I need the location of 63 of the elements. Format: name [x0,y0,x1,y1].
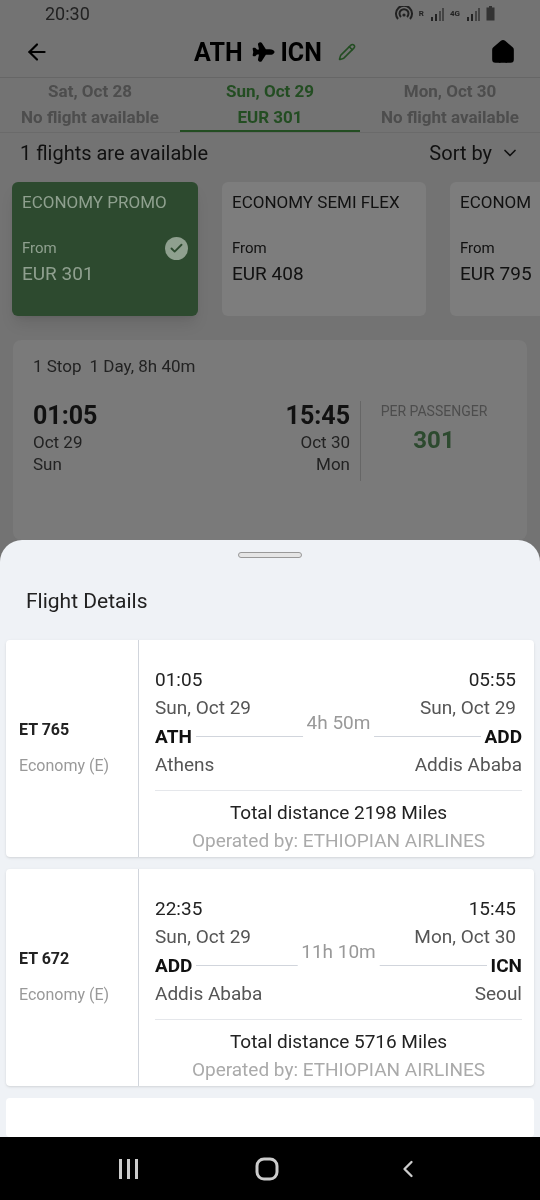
flight-price: 301 [413,425,455,457]
arrive-date: Mon, Oct 30 [414,924,516,951]
arrive-time: 15:45 [285,401,350,432]
stops-text: 1 Stop [33,355,82,378]
date-tab[interactable]: Sun, Oct 29 EUR 301 [180,78,360,133]
arrive-code: ADD [484,723,522,750]
recent-apps-icon[interactable] [117,1158,140,1179]
network-label: 4G [449,7,460,20]
home-button-icon[interactable] [255,1156,279,1181]
status-time: 20:30 [45,2,90,27]
sort-button[interactable]: Sort by [429,137,520,168]
fare-price: EUR 408 [232,261,304,287]
roaming-label: R [418,7,424,20]
fare-price: EUR 301 [22,261,94,287]
origin-code: ATH [194,36,243,69]
depart-time: 01:05 [33,401,98,432]
arrive-day: Mon [316,453,350,476]
arrive-time: 15:45 [468,895,516,922]
arrive-date: Oct 30 [300,431,350,454]
fare-name: ECONOMY SEMI FLEX [232,191,400,214]
total-distance: Total distance 2198 Miles [229,799,448,826]
from-label: From [460,238,495,260]
hotspot-icon [394,5,413,22]
flight-number: ET 672 [19,948,71,971]
fare-card[interactable]: ECONOMY SEMI FLEX From EUR 408 [222,182,426,316]
sheet-title: Flight Details [26,588,149,615]
depart-code: ADD [155,952,193,979]
fare-name: ECONOMY PROMO [22,191,167,214]
fare-price: EUR 795 [460,261,532,287]
cabin-class: Economy (E) [19,984,111,1007]
from-label: From [232,238,267,260]
fare-name: ECONOM [460,191,532,214]
depart-code: ATH [155,723,192,750]
depart-city: Athens [155,752,215,778]
depart-city: Addis Ababa [155,981,263,1008]
arrive-date: Sun, Oct 29 [420,695,516,721]
destination-code: ICN [280,36,322,69]
check-icon [165,237,188,260]
depart-time: 22:35 [155,895,203,922]
arrive-city: Addis Ababa [414,752,522,778]
operator-text: Operated by: ETHIOPIAN AIRLINES [191,828,486,854]
flight-number: ET 765 [19,719,71,742]
fare-card[interactable]: ECONOMY PROMO From EUR 301 [12,182,198,316]
signal-icon [429,6,444,21]
depart-time: 01:05 [155,666,203,693]
trip-duration: 1 Day, 8h 40m [89,355,196,378]
depart-date: Oct 29 [33,431,84,454]
total-distance: Total distance 5716 Miles [229,1028,448,1055]
battery-icon [486,6,495,22]
results-count: 1 flights are available [20,139,208,167]
signal-icon [466,6,480,21]
fare-card[interactable]: ECONOM From EUR 795 [450,182,540,316]
drag-handle[interactable] [238,552,302,558]
arrive-code: ICN [490,952,522,979]
home-icon[interactable] [490,39,516,66]
arrive-time: 05:55 [468,666,516,693]
operator-text: Operated by: ETHIOPIAN AIRLINES [191,1057,486,1084]
cabin-class: Economy (E) [19,755,111,778]
depart-date: Sun, Oct 29 [155,695,251,721]
from-label: From [22,238,57,260]
arrive-city: Seoul [474,981,522,1008]
depart-day: Sun [33,453,98,476]
depart-date: Sun, Oct 29 [155,924,251,951]
